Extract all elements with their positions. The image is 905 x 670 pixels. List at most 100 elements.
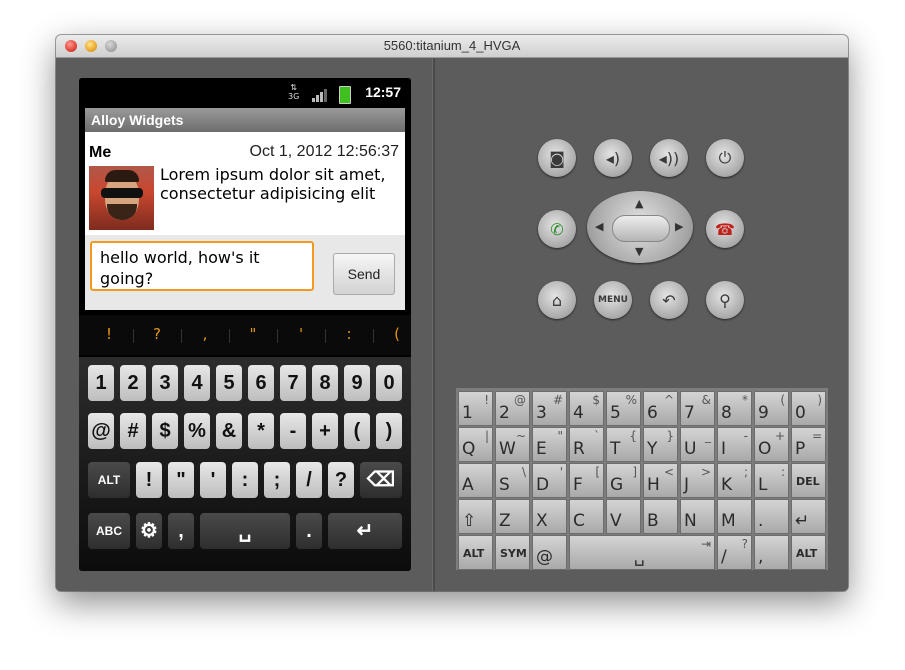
hw-alt-key[interactable]: ALT [458,535,493,570]
settings-key[interactable]: ⚙ [136,513,162,549]
key[interactable]: 9 [344,365,370,401]
suggestion[interactable]: ? [133,325,181,343]
dpad-right-icon[interactable]: ▶ [675,220,683,233]
suggestion[interactable]: , [181,325,229,343]
hw-key[interactable]: @ [532,535,567,570]
hw-key[interactable]: X [532,499,567,534]
hw-key[interactable]: R ` [569,427,604,462]
key[interactable]: / [296,462,322,498]
menu-button[interactable]: MENU [594,281,632,319]
dpad-up-icon[interactable]: ▲ [635,197,643,210]
hw-key[interactable]: H < [643,463,678,498]
volume-up-button[interactable]: ◂)) [650,139,688,177]
hw-key[interactable]: P = [791,427,826,462]
hw-key[interactable]: 8 * [717,391,752,426]
key[interactable]: & [216,413,242,449]
hw-key[interactable]: W ~ [495,427,530,462]
hw-sym-key[interactable]: SYM [495,535,530,570]
hw-key[interactable]: B [643,499,678,534]
hw-key[interactable]: S \ [495,463,530,498]
key[interactable]: 8 [312,365,338,401]
key[interactable]: ( [344,413,370,449]
key[interactable]: - [280,413,306,449]
hw-key[interactable]: K; [717,463,752,498]
hw-key[interactable]: . [754,499,789,534]
dpad-left-icon[interactable]: ◀ [595,220,603,233]
hw-key[interactable]: G] [606,463,641,498]
hw-key[interactable]: L: [754,463,789,498]
hw-key[interactable]: /? [717,535,752,570]
hw-enter-key[interactable]: ↵ [791,499,826,534]
hw-alt-key[interactable]: ALT [791,535,826,570]
key[interactable]: ) [376,413,402,449]
key[interactable]: 2 [120,365,146,401]
hw-key[interactable]: 6 ^ [643,391,678,426]
alt-key[interactable]: ALT [88,462,130,498]
key[interactable]: 3 [152,365,178,401]
hw-key[interactable]: D ' [532,463,567,498]
suggestion[interactable]: ' [277,325,325,343]
key[interactable]: + [312,413,338,449]
suggestion[interactable]: : [325,325,373,343]
key[interactable]: % [184,413,210,449]
key[interactable]: : [232,462,258,498]
key[interactable]: $ [152,413,178,449]
hw-key[interactable]: M [717,499,752,534]
hw-key[interactable]: 3 # [532,391,567,426]
hw-key[interactable]: J > [680,463,715,498]
hw-space-key[interactable]: ␣ ⇥ [569,535,715,570]
delete-key[interactable]: ⌫ [360,462,402,498]
hw-key[interactable]: V [606,499,641,534]
hw-delete-key[interactable]: DEL [791,463,826,498]
hw-key[interactable]: Z [495,499,530,534]
key[interactable]: 7 [280,365,306,401]
key[interactable]: ' [200,462,226,498]
hw-key[interactable]: I- [717,427,752,462]
back-button[interactable]: ↶ [650,281,688,319]
hw-key[interactable]: , [754,535,789,570]
call-button[interactable]: ✆ [538,210,576,248]
send-button[interactable]: Send [333,253,395,295]
dpad[interactable]: ▲ ▼ ◀ ▶ [587,191,693,263]
key[interactable]: 4 [184,365,210,401]
key[interactable]: 6 [248,365,274,401]
power-button[interactable]: ⏻ [706,139,744,177]
hw-key[interactable]: O + [754,427,789,462]
home-button[interactable]: ⌂ [538,281,576,319]
hw-key[interactable]: 5% [606,391,641,426]
hw-shift-key[interactable]: ⇧ [458,499,493,534]
camera-button[interactable]: ◙ [538,139,576,177]
suggestion[interactable]: " [229,325,277,343]
key[interactable]: * [248,413,274,449]
volume-down-button[interactable]: ◂) [594,139,632,177]
dpad-center-button[interactable] [612,215,670,242]
period-key[interactable]: . [296,513,322,549]
hw-key[interactable]: Q | [458,427,493,462]
hw-key[interactable]: 4 $ [569,391,604,426]
key[interactable]: ! [136,462,162,498]
key[interactable]: @ [88,413,114,449]
suggestion[interactable]: ! [85,325,133,343]
space-key[interactable]: ␣ [200,513,290,549]
key[interactable]: ; [264,462,290,498]
message-input[interactable]: hello world, how's it going? [90,241,314,291]
key[interactable]: # [120,413,146,449]
enter-key[interactable]: ↵ [328,513,402,549]
hw-key[interactable]: N [680,499,715,534]
search-button[interactable]: ⚲ [706,281,744,319]
suggestion[interactable]: ( [373,325,411,343]
hw-key[interactable]: E " [532,427,567,462]
key[interactable]: 5 [216,365,242,401]
key[interactable]: 0 [376,365,402,401]
key[interactable]: " [168,462,194,498]
hw-key[interactable]: C [569,499,604,534]
hw-key[interactable]: Y} [643,427,678,462]
hw-key[interactable]: T{ [606,427,641,462]
key[interactable]: ? [328,462,354,498]
hw-key[interactable]: 2 @ [495,391,530,426]
end-call-button[interactable]: ☎ [706,210,744,248]
hw-key[interactable]: F[ [569,463,604,498]
dpad-down-icon[interactable]: ▼ [635,245,643,258]
hw-key[interactable]: A [458,463,493,498]
hw-key[interactable]: 0) [791,391,826,426]
